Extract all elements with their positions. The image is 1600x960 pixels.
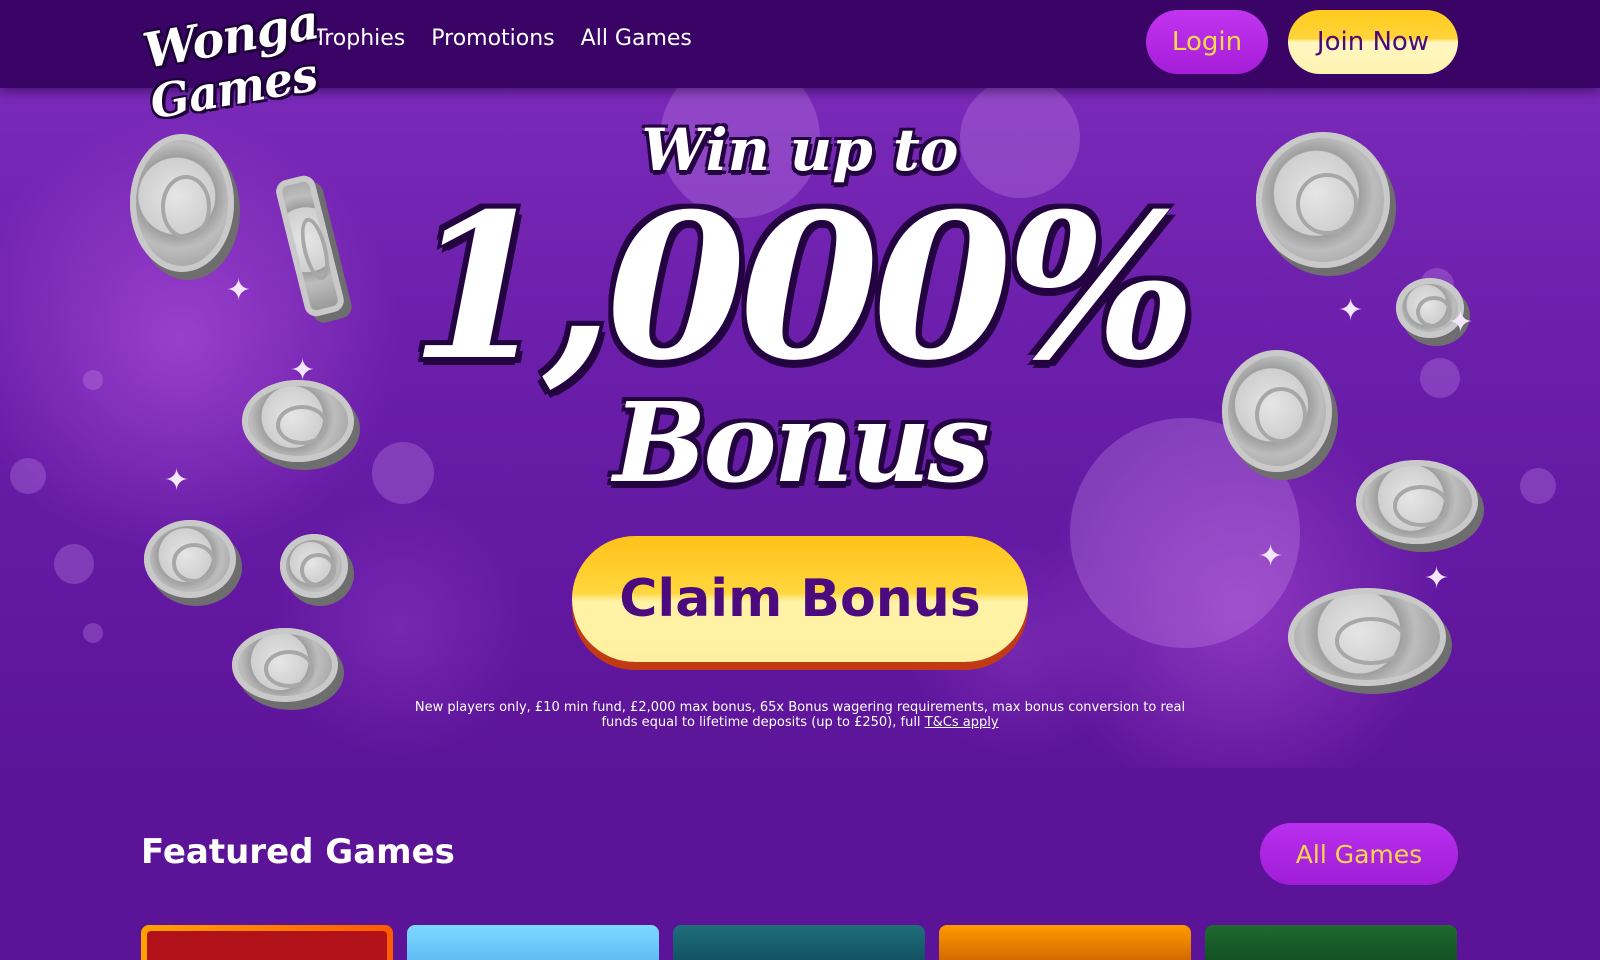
nav-trophies[interactable]: Trophies — [314, 26, 405, 51]
sparkle-icon: ✦ — [1258, 540, 1284, 573]
bonus-terms-text: New players only, £10 min fund, £2,000 m… — [414, 700, 1186, 730]
bokeh-decoration — [83, 623, 103, 643]
game-tile[interactable] — [407, 925, 659, 960]
game-thumbnail — [147, 931, 387, 960]
login-button[interactable]: Login — [1146, 10, 1268, 74]
sparkle-icon: ✦ — [1424, 562, 1450, 595]
bokeh-decoration — [54, 544, 94, 584]
hero-bonus-word: Bonus — [613, 378, 989, 507]
coin-icon — [144, 520, 236, 598]
wonga-games-logo[interactable]: Wonga Games — [132, 0, 323, 146]
terms-link[interactable]: T&Cs apply — [925, 715, 999, 730]
coin-icon — [280, 534, 348, 598]
bonus-terms: New players only, £10 min fund, £2,000 m… — [400, 700, 1200, 730]
hero-bonus-percentage: 1,000% — [409, 170, 1196, 405]
coin-icon — [232, 628, 338, 702]
hero-banner: ✦ ✦ ✦ ✦ ✦ ✦ ✦ Win up to 1,000% Bonus Cla… — [0, 88, 1600, 768]
nav-all-games[interactable]: All Games — [581, 26, 692, 51]
nav-promotions[interactable]: Promotions — [431, 26, 554, 51]
game-tile[interactable] — [939, 925, 1191, 960]
game-tile[interactable] — [1205, 925, 1457, 960]
main-nav: Trophies Promotions All Games — [314, 26, 692, 51]
join-now-button[interactable]: Join Now — [1288, 10, 1458, 74]
game-tile[interactable] — [141, 925, 393, 960]
game-tile[interactable] — [673, 925, 925, 960]
coin-icon — [1288, 588, 1446, 686]
featured-games-list — [141, 925, 1457, 960]
claim-bonus-button[interactable]: Claim Bonus — [572, 536, 1028, 662]
all-games-button[interactable]: All Games — [1260, 823, 1458, 885]
featured-games-title: Featured Games — [141, 832, 455, 872]
